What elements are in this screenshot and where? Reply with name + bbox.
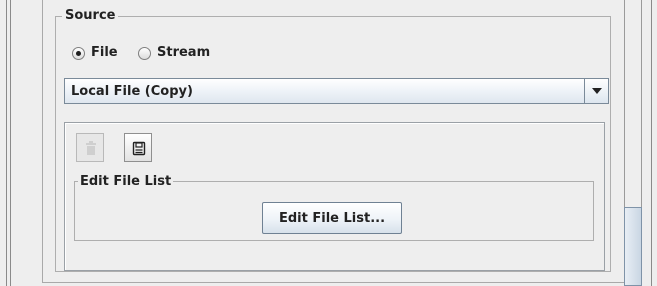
window-border-line (10, 0, 11, 286)
edit-file-list-title: Edit File List (78, 174, 174, 189)
source-type-value: Local File (Copy) (71, 84, 193, 99)
window-border-line (6, 0, 7, 286)
floppy-disk-icon (132, 141, 146, 156)
chevron-down-icon[interactable] (584, 79, 608, 103)
save-button[interactable] (124, 133, 152, 162)
edit-file-list-button[interactable]: Edit File List... (262, 202, 402, 234)
delete-button[interactable] (76, 133, 104, 162)
source-type-select[interactable]: Local File (Copy) (64, 78, 609, 104)
file-radio-label[interactable]: File (91, 45, 118, 60)
source-group-title: Source (62, 8, 119, 23)
stream-radio[interactable] (138, 47, 151, 60)
stream-radio-label[interactable]: Stream (157, 45, 210, 60)
trash-icon (86, 141, 96, 155)
file-radio[interactable] (72, 47, 85, 60)
window-border-line (651, 0, 652, 286)
scrollbar-thumb[interactable] (624, 207, 642, 286)
